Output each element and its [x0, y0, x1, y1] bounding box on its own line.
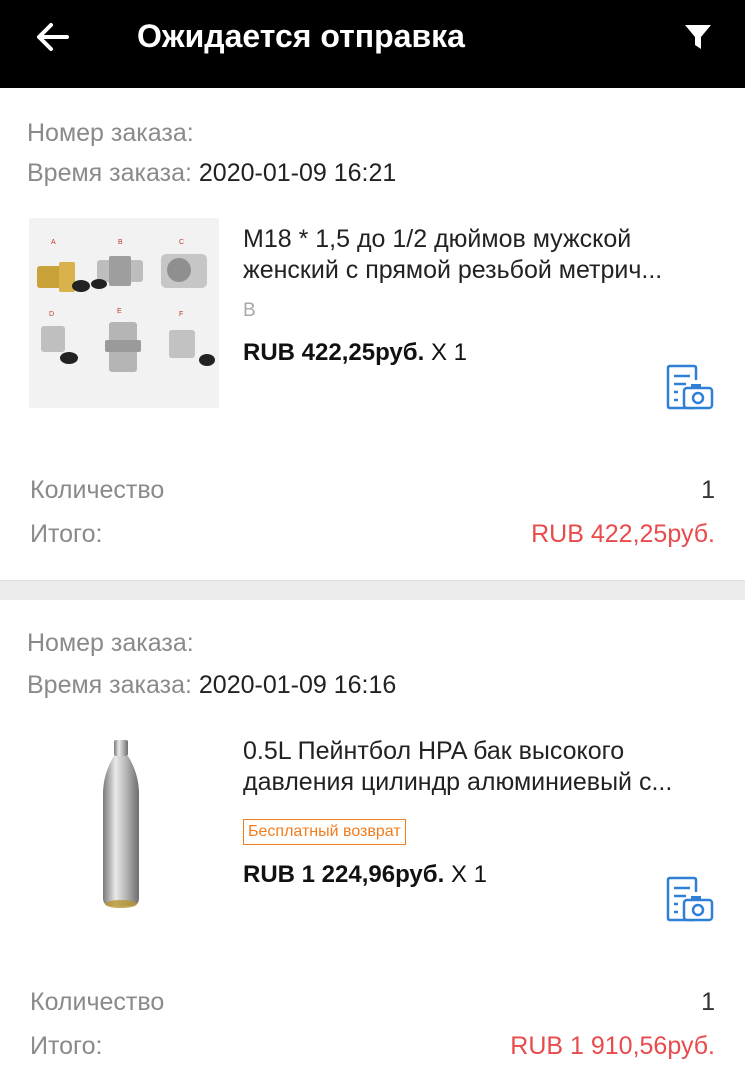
fitting-letter-d: D: [49, 311, 54, 318]
order-time-label: Время заказа:: [27, 671, 192, 699]
page-title: Ожидается отправка: [137, 18, 465, 54]
fitting-letter-a: A: [51, 239, 56, 246]
order-time-label: Время заказа:: [27, 159, 192, 187]
product-variant: B: [243, 300, 256, 321]
order-number-line: Номер заказа:: [27, 628, 194, 658]
card-separator: [0, 580, 745, 600]
fittings-photo: A B C D E F: [29, 218, 219, 408]
cylinder-photo: [103, 740, 139, 908]
product-title-line2: женский с прямой резьбой метрич...: [243, 256, 663, 284]
fitting-letter-f: F: [179, 311, 183, 318]
order-number-label: Номер заказа:: [27, 119, 194, 147]
product-qty: X 1: [450, 861, 487, 888]
order-time-value: 2020-01-09 16:16: [198, 671, 397, 699]
back-button[interactable]: [30, 14, 76, 60]
fitting-letter-e: E: [117, 308, 122, 315]
product-qty: X 1: [430, 339, 467, 366]
fitting-letter-c: C: [179, 239, 184, 246]
order-time-value: 2020-01-09 16:21: [198, 159, 397, 187]
product-price: RUB 422,25руб.: [243, 339, 425, 366]
total-value: RUB 1 910,56руб.: [510, 1032, 715, 1060]
photo-review-icon: [666, 876, 714, 922]
photo-review-button[interactable]: [664, 364, 716, 414]
order-card[interactable]: Номер заказа: Время заказа: 2020-01-09 1…: [0, 88, 745, 580]
product-title-line1: M18 * 1,5 до 1/2 дюймов мужской: [243, 225, 632, 253]
product-image[interactable]: [29, 730, 219, 920]
photo-review-icon: [666, 364, 714, 410]
product-image[interactable]: A B C D E F: [29, 218, 219, 408]
product-price-line: RUB 422,25руб. X 1: [243, 338, 467, 368]
order-card[interactable]: Номер заказа: Время заказа: 2020-01-09 1…: [0, 600, 745, 1080]
product-price: RUB 1 224,96руб.: [243, 861, 445, 888]
product-title-line2: давления цилиндр алюминиевый с...: [243, 768, 673, 796]
free-return-badge: Бесплатный возврат: [243, 819, 406, 845]
product-title[interactable]: 0.5L Пейнтбол HPA бак высокого давления …: [243, 736, 718, 798]
total-label: Итого:: [30, 520, 103, 548]
order-time-line: Время заказа: 2020-01-09 16:16: [27, 670, 396, 700]
top-app-bar: Ожидается отправка: [0, 0, 745, 88]
total-value: RUB 422,25руб.: [531, 520, 715, 548]
order-number-label: Номер заказа:: [27, 629, 194, 657]
arrow-left-icon: [37, 23, 69, 51]
product-title-line1: 0.5L Пейнтбол HPA бак высокого: [243, 737, 625, 765]
product-title[interactable]: M18 * 1,5 до 1/2 дюймов мужской женский …: [243, 224, 718, 286]
quantity-label: Количество: [30, 476, 165, 504]
quantity-value: 1: [701, 988, 715, 1016]
quantity-value: 1: [701, 476, 715, 504]
photo-review-button[interactable]: [664, 876, 716, 926]
product-price-line: RUB 1 224,96руб. X 1: [243, 860, 487, 890]
filter-button[interactable]: [675, 14, 721, 60]
order-number-line: Номер заказа:: [27, 118, 194, 148]
total-label: Итого:: [30, 1032, 103, 1060]
fitting-letter-b: B: [118, 239, 123, 246]
order-time-line: Время заказа: 2020-01-09 16:21: [27, 158, 396, 188]
filter-icon: [685, 25, 711, 49]
quantity-label: Количество: [30, 988, 165, 1016]
